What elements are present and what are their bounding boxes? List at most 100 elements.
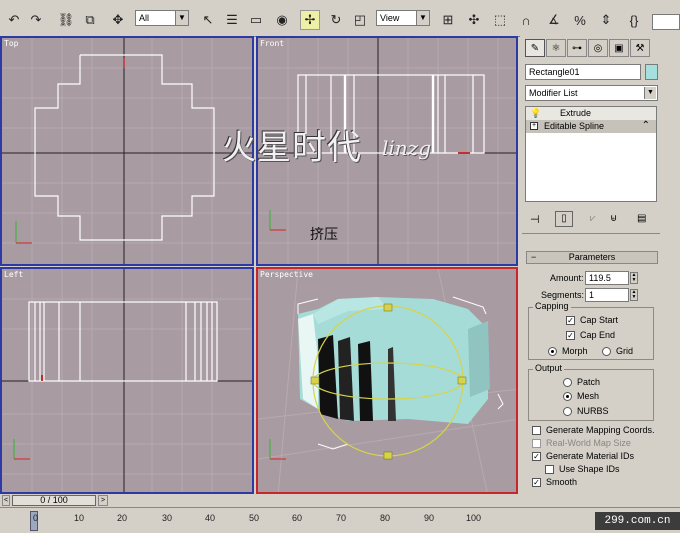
morph-radio[interactable] — [548, 347, 557, 356]
prev-frame-icon[interactable]: < — [2, 495, 10, 506]
modifier-list-dropdown[interactable]: Modifier List ▼ — [525, 85, 658, 101]
gen-material-checkbox[interactable]: ✓ — [532, 452, 541, 461]
viewport-left[interactable]: Left — [0, 267, 254, 494]
viewport-label-front[interactable]: Front — [260, 39, 284, 48]
stack-item-label: Editable Spline — [544, 121, 605, 131]
rotate-icon[interactable]: ↻ — [326, 10, 346, 30]
named-selection-icon[interactable]: {} — [624, 10, 644, 30]
configure-sets-icon[interactable]: ▤ — [637, 213, 646, 224]
lightbulb-icon[interactable]: 💡 — [530, 107, 541, 120]
pivot-center-icon[interactable]: ⊞ — [438, 10, 458, 30]
mesh-radio[interactable] — [563, 392, 572, 401]
patch-radio[interactable] — [563, 378, 572, 387]
selection-filter-dropdown[interactable]: All ▼ — [135, 10, 189, 26]
viewport-label-left[interactable]: Left — [4, 270, 23, 279]
smooth-label: Smooth — [546, 477, 578, 487]
select-object-icon[interactable]: ↖ — [198, 10, 218, 30]
named-selection-input[interactable] — [652, 14, 680, 30]
axis-tripod-icon — [15, 221, 32, 244]
coord-system-value: View — [380, 13, 400, 23]
percent-snap-icon[interactable]: % — [570, 10, 590, 30]
top-grid — [2, 38, 252, 264]
segments-spinner[interactable]: ▲ ▼ — [630, 289, 638, 301]
nurbs-label: NURBS — [577, 406, 609, 416]
window-crossing-icon[interactable]: ◉ — [272, 10, 292, 30]
amount-input[interactable]: 119.5 — [585, 271, 629, 285]
time-slider-track[interactable]: < 0 / 100 > — [0, 495, 680, 507]
axis-tripod-icon — [13, 439, 30, 460]
pin-stack-icon[interactable]: ⊣ — [530, 213, 540, 226]
cap-end-label: Cap End — [580, 330, 616, 340]
chevron-up-icon[interactable]: ⌃ — [642, 119, 650, 132]
mesh-label: Mesh — [577, 391, 600, 401]
nurbs-radio[interactable] — [563, 407, 572, 416]
chevron-down-icon: ▼ — [416, 11, 429, 25]
output-title: Output — [533, 363, 565, 373]
viewport-label-perspective[interactable]: Perspective — [260, 270, 313, 279]
parameters-rollout-header[interactable]: − Parameters — [526, 251, 658, 264]
left-grid — [2, 269, 252, 492]
next-frame-icon[interactable]: > — [98, 495, 108, 506]
gen-mapping-checkbox[interactable] — [532, 426, 541, 435]
redo-icon[interactable]: ↷ — [26, 10, 46, 30]
real-world-checkbox[interactable] — [532, 439, 541, 448]
tick-label: 60 — [292, 513, 303, 523]
hierarchy-tab-icon[interactable]: ⊶ — [567, 39, 587, 57]
reference-coord-dropdown[interactable]: View ▼ — [376, 10, 430, 26]
amount-spinner[interactable]: ▲ ▼ — [630, 272, 638, 284]
make-unique-icon[interactable]: ⩗ — [590, 213, 596, 224]
object-name-field[interactable]: Rectangle01 — [525, 64, 641, 80]
scale-icon[interactable]: ◰ — [350, 10, 370, 30]
move-icon[interactable]: ✢ — [300, 10, 320, 30]
grid-radio[interactable] — [602, 347, 611, 356]
grid-label: Grid — [616, 346, 634, 356]
real-world-label: Real-World Map Size — [546, 438, 631, 448]
viewport-perspective[interactable]: Perspective — [256, 267, 518, 494]
watermark-en: linzg — [382, 136, 432, 160]
select-manipulate-icon[interactable]: ✣ — [464, 10, 484, 30]
bind-space-warp-icon[interactable]: ✥ — [108, 10, 128, 30]
link-icon[interactable]: ⛓ — [56, 10, 76, 30]
show-end-result-icon[interactable]: ▯ — [555, 211, 573, 227]
modifier-stack[interactable]: 💡 Extrude + Editable Spline ⌃ — [525, 106, 657, 202]
display-tab-icon[interactable]: ▣ — [609, 39, 629, 57]
object-color-swatch[interactable] — [645, 64, 658, 80]
spinner-snap-icon[interactable]: ⇕ — [596, 10, 616, 30]
main-toolbar: ↶ ↷ ⛓ ⧉ ✥ All ▼ ↖ ☰ ▭ ◉ ✢ ↻ ◰ View ▼ ⊞ ✣ ⬚… — [0, 6, 680, 37]
create-tab-icon[interactable]: ✎ — [525, 39, 545, 57]
modify-tab-icon[interactable]: ⚛ — [546, 39, 566, 57]
cap-end-checkbox[interactable]: ✓ — [566, 331, 575, 340]
modifier-list-label: Modifier List — [529, 88, 578, 98]
cap-start-checkbox[interactable]: ✓ — [566, 316, 575, 325]
unlink-icon[interactable]: ⧉ — [80, 10, 100, 30]
use-shape-label: Use Shape IDs — [559, 464, 620, 474]
remove-modifier-icon[interactable]: ⊌ — [610, 213, 617, 224]
annotation-extrude-cn: 挤压 — [310, 227, 338, 243]
undo-icon[interactable]: ↶ — [4, 10, 24, 30]
amount-label: Amount: — [550, 273, 584, 283]
expand-plus-icon[interactable]: + — [530, 122, 538, 130]
morph-label: Morph — [562, 346, 588, 356]
angle-snap-icon[interactable]: ∡ — [544, 10, 564, 30]
viewport-label-top[interactable]: Top — [4, 39, 18, 48]
viewport-top[interactable]: Top — [0, 36, 254, 266]
axis-constraint-icon[interactable]: ⬚ — [490, 10, 510, 30]
tick-label: 40 — [205, 513, 216, 523]
smooth-checkbox[interactable]: ✓ — [532, 478, 541, 487]
select-by-name-icon[interactable]: ☰ — [222, 10, 242, 30]
stack-item-editable-spline[interactable]: + Editable Spline ⌃ — [526, 120, 656, 133]
stack-item-extrude[interactable]: 💡 Extrude — [526, 107, 656, 120]
segments-input[interactable]: 1 — [585, 288, 629, 302]
rect-selection-icon[interactable]: ▭ — [246, 10, 266, 30]
snap-toggle-icon[interactable]: ∩ — [516, 10, 536, 30]
perspective-scene — [258, 269, 516, 492]
utilities-tab-icon[interactable]: ⚒ — [630, 39, 650, 57]
time-slider-thumb[interactable]: 0 / 100 — [12, 495, 96, 506]
use-shape-checkbox[interactable] — [545, 465, 554, 474]
cap-start-label: Cap Start — [580, 315, 619, 325]
tick-label: 80 — [380, 513, 391, 523]
watermark-cn: 火星时代 — [222, 128, 362, 168]
extruded-box-mesh — [298, 297, 490, 424]
capping-title: Capping — [533, 301, 571, 311]
motion-tab-icon[interactable]: ◎ — [588, 39, 608, 57]
